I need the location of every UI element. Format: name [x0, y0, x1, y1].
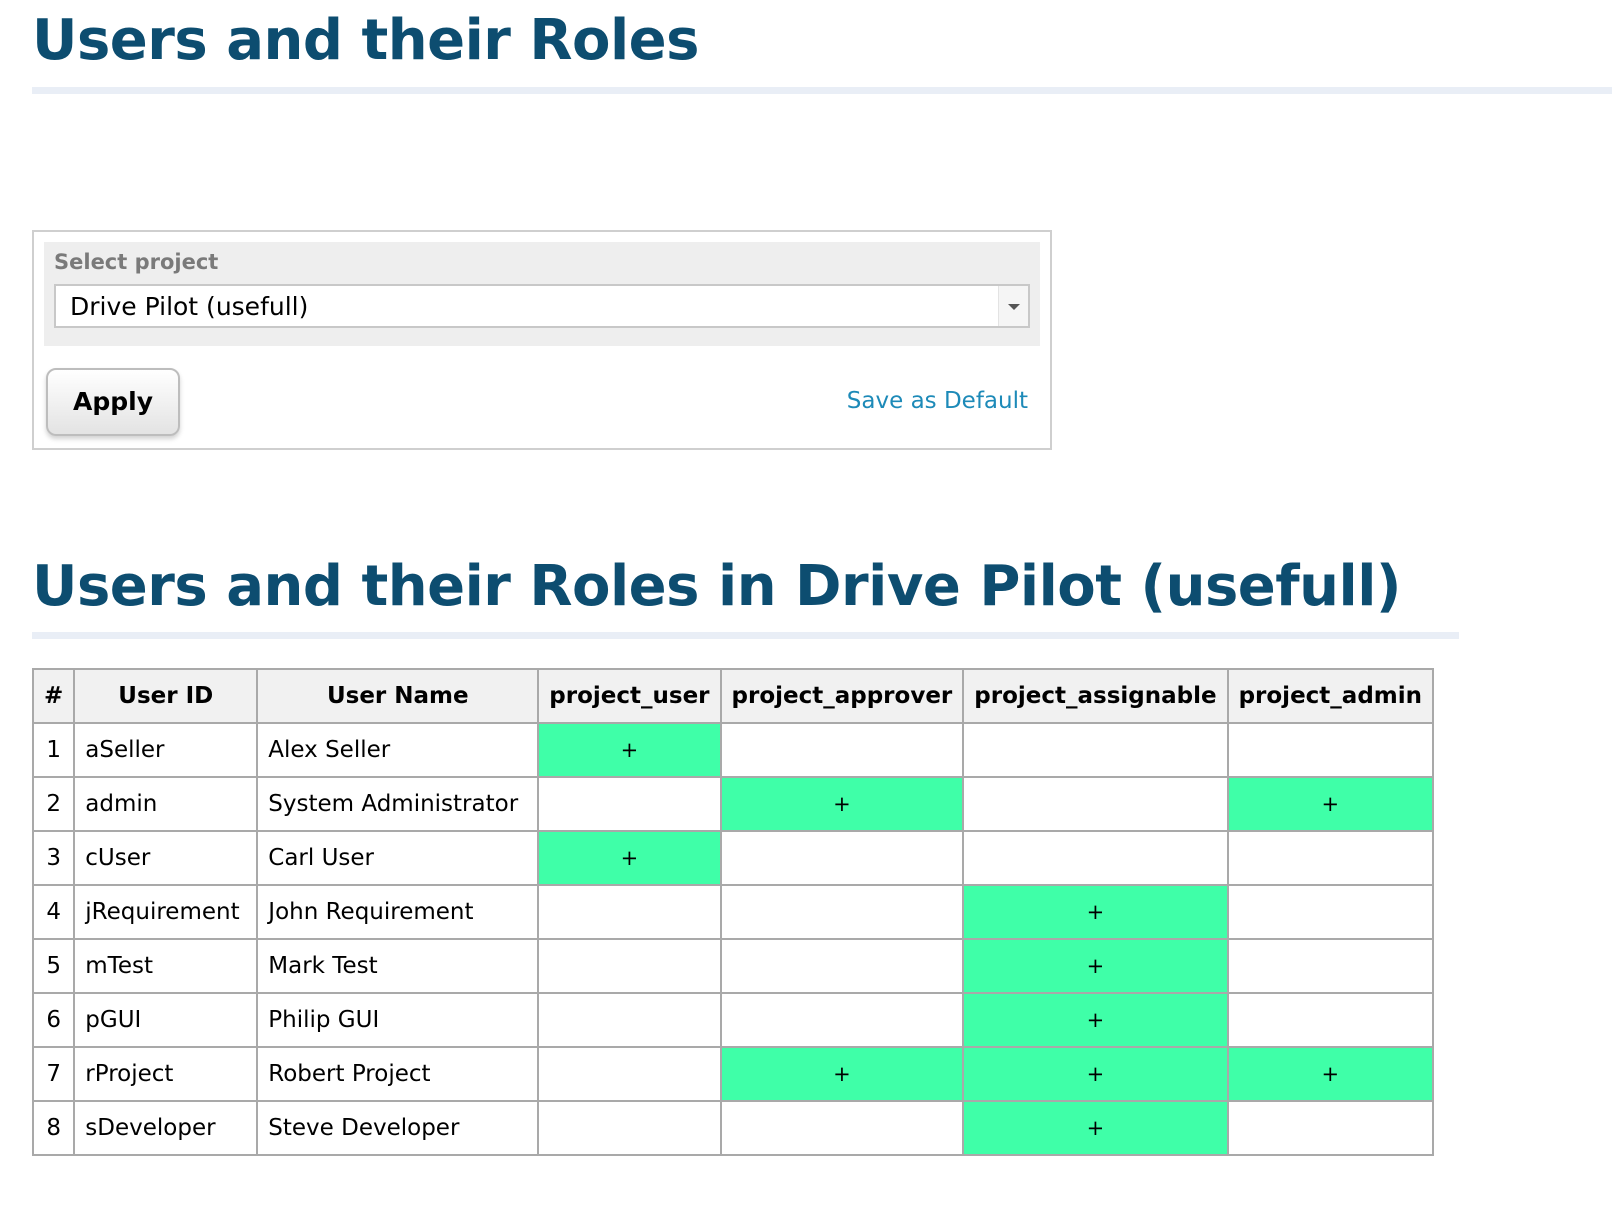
project-assignable-cell — [962, 722, 1229, 778]
user-name-cell: Alex Seller — [256, 722, 540, 778]
row-number: 3 — [31, 830, 76, 886]
project-assignable-cell: + — [962, 1046, 1229, 1102]
project-user-cell — [537, 992, 722, 1048]
user-roles-table: # User ID User Name project_user project… — [31, 668, 1435, 1156]
project-user-cell — [537, 884, 722, 940]
project-user-cell: + — [537, 722, 722, 778]
user-name-cell: Steve Developer — [256, 1100, 540, 1156]
project-admin-cell: + — [1226, 776, 1435, 832]
row-number: 2 — [31, 776, 76, 832]
user-id-cell: mTest — [73, 938, 259, 994]
row-number: 6 — [31, 992, 76, 1048]
user-name-cell: Robert Project — [256, 1046, 540, 1102]
user-name-cell: System Administrator — [256, 776, 540, 832]
column-header-project-assignable: project_assignable — [962, 668, 1229, 724]
project-approver-cell — [719, 992, 965, 1048]
column-header-project-user: project_user — [537, 668, 722, 724]
project-approver-cell — [719, 884, 965, 940]
project-user-cell — [537, 1046, 722, 1102]
project-assignable-cell: + — [962, 938, 1229, 994]
user-id-cell: sDeveloper — [73, 1100, 259, 1156]
row-number: 7 — [31, 1046, 76, 1102]
column-header-project-admin: project_admin — [1226, 668, 1435, 724]
results-title: Users and their Roles in Drive Pilot (us… — [32, 554, 1402, 619]
table-row: 2 admin System Administrator + + — [31, 776, 1435, 832]
project-admin-cell — [1226, 938, 1435, 994]
project-admin-cell — [1226, 884, 1435, 940]
project-user-cell — [537, 1100, 722, 1156]
project-user-cell — [537, 938, 722, 994]
results-title-divider — [32, 632, 1459, 639]
row-number: 1 — [31, 722, 76, 778]
project-approver-cell — [719, 938, 965, 994]
table-row: 8 sDeveloper Steve Developer + — [31, 1100, 1435, 1156]
user-id-cell: pGUI — [73, 992, 259, 1048]
chevron-down-icon[interactable] — [998, 286, 1028, 326]
project-assignable-cell: + — [962, 1100, 1229, 1156]
column-header-number: # — [31, 668, 76, 724]
table-row: 5 mTest Mark Test + — [31, 938, 1435, 994]
project-admin-cell — [1226, 1100, 1435, 1156]
project-filter-panel: Select project Drive Pilot (usefull) App… — [32, 230, 1052, 450]
project-admin-cell — [1226, 992, 1435, 1048]
project-assignable-cell: + — [962, 884, 1229, 940]
project-admin-cell: + — [1226, 1046, 1435, 1102]
project-approver-cell — [719, 1100, 965, 1156]
table-row: 6 pGUI Philip GUI + — [31, 992, 1435, 1048]
user-name-cell: Carl User — [256, 830, 540, 886]
column-header-user-name: User Name — [256, 668, 540, 724]
user-id-cell: admin — [73, 776, 259, 832]
page-title: Users and their Roles — [32, 8, 700, 73]
project-user-cell — [537, 776, 722, 832]
row-number: 5 — [31, 938, 76, 994]
project-approver-cell: + — [719, 776, 965, 832]
row-number: 4 — [31, 884, 76, 940]
table-row: 1 aSeller Alex Seller + — [31, 722, 1435, 778]
user-id-cell: cUser — [73, 830, 259, 886]
title-divider — [32, 87, 1612, 94]
project-approver-cell: + — [719, 1046, 965, 1102]
project-approver-cell — [719, 830, 965, 886]
table-row: 7 rProject Robert Project + + + — [31, 1046, 1435, 1102]
user-id-cell: aSeller — [73, 722, 259, 778]
project-assignable-cell — [962, 776, 1229, 832]
project-admin-cell — [1226, 830, 1435, 886]
project-select[interactable]: Drive Pilot (usefull) — [54, 284, 1030, 328]
project-user-cell: + — [537, 830, 722, 886]
row-number: 8 — [31, 1100, 76, 1156]
project-select-group: Select project Drive Pilot (usefull) — [44, 242, 1040, 346]
project-admin-cell — [1226, 722, 1435, 778]
apply-button[interactable]: Apply — [46, 368, 180, 436]
user-id-cell: rProject — [73, 1046, 259, 1102]
save-as-default-link[interactable]: Save as Default — [847, 388, 1028, 414]
project-assignable-cell: + — [962, 992, 1229, 1048]
project-assignable-cell — [962, 830, 1229, 886]
table-row: 3 cUser Carl User + — [31, 830, 1435, 886]
project-select-value: Drive Pilot (usefull) — [70, 292, 309, 321]
table-body: 1 aSeller Alex Seller +2 admin System Adminis… — [31, 722, 1435, 1156]
user-name-cell: Mark Test — [256, 938, 540, 994]
project-approver-cell — [719, 722, 965, 778]
table-header-row: # User ID User Name project_user project… — [31, 668, 1435, 724]
user-name-cell: Philip GUI — [256, 992, 540, 1048]
column-header-user-id: User ID — [73, 668, 259, 724]
column-header-project-approver: project_approver — [719, 668, 965, 724]
user-name-cell: John Requirement — [256, 884, 540, 940]
user-id-cell: jRequirement — [73, 884, 259, 940]
select-project-label: Select project — [54, 250, 219, 274]
table-row: 4 jRequirement John Requirement + — [31, 884, 1435, 940]
